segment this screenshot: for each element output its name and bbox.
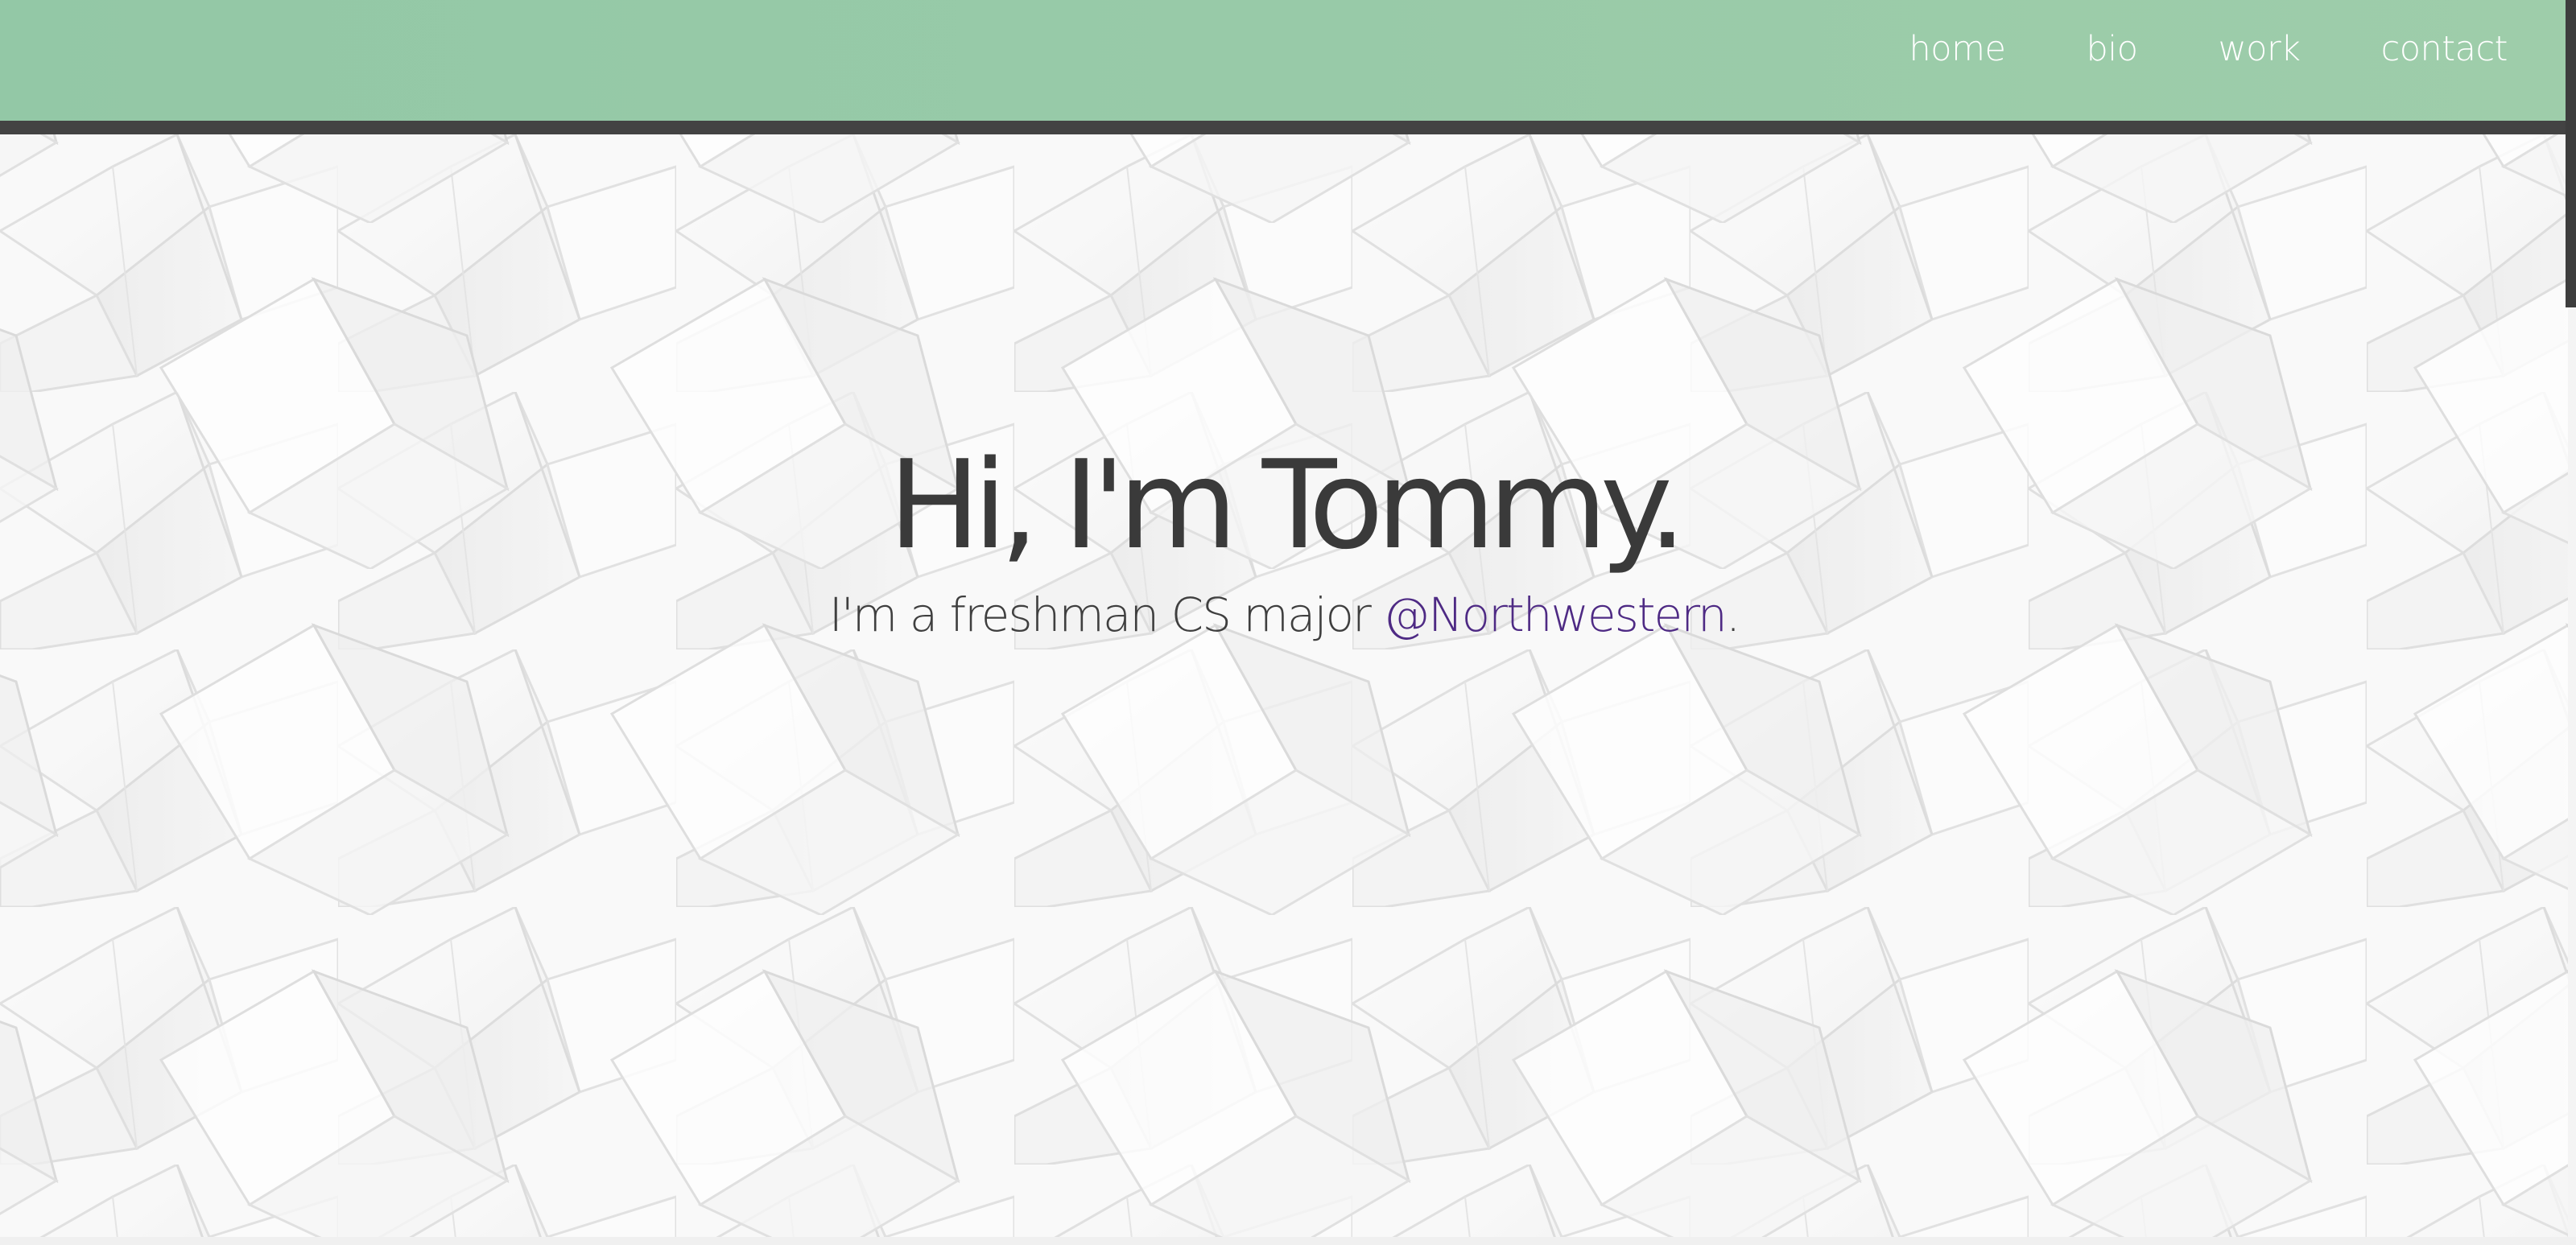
scrollbar-thumb[interactable] [2566, 0, 2576, 307]
northwestern-link[interactable]: @Northwestern [1383, 587, 1728, 642]
hero-subtitle: I'm a freshman CS major @Northwestern. [0, 592, 2568, 638]
hero-subtitle-suffix: . [1725, 587, 1740, 642]
nav-link-bio[interactable]: bio [2086, 29, 2138, 69]
navbar-bottom-border [0, 121, 2568, 134]
nav-links: home bio work contact [1829, 29, 2508, 69]
hero-title: Hi, I'm Tommy. [888, 434, 1687, 576]
hero-background-pattern [0, 134, 2568, 1237]
nav-link-contact[interactable]: contact [2381, 29, 2508, 69]
nav-link-work[interactable]: work [2219, 29, 2301, 69]
page-bottom-strip [0, 1237, 2576, 1245]
hero-subtitle-prefix: I'm a freshman CS major [828, 587, 1384, 642]
top-navbar: home bio work contact [0, 0, 2568, 121]
hero-section: Hi, I'm Tommy. I'm a freshman CS major @… [0, 134, 2568, 1237]
nav-link-home[interactable]: home [1909, 29, 2006, 69]
